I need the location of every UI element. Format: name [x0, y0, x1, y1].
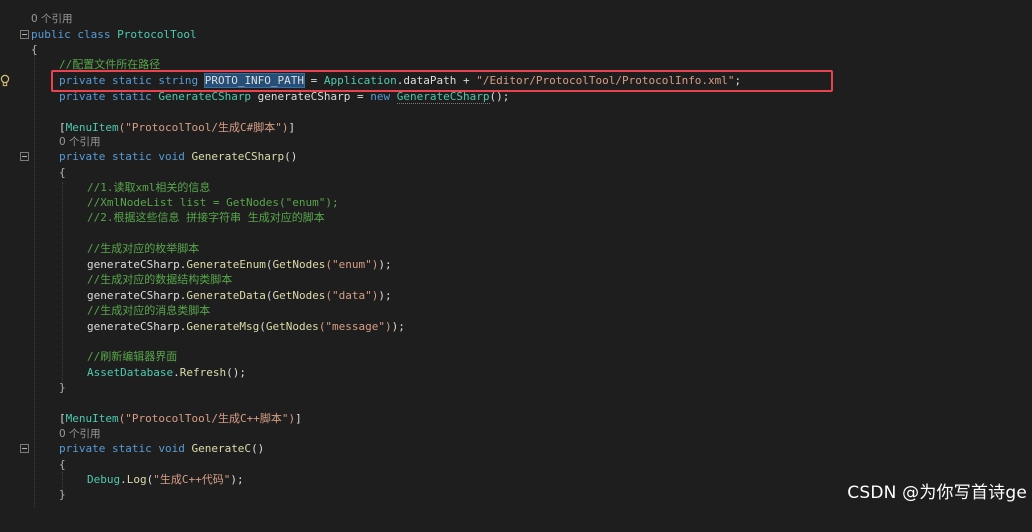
- comment-token: //1.读取xml相关的信息: [87, 181, 211, 194]
- brace-token: }: [59, 381, 66, 394]
- attribute-token: MenuItem: [65, 121, 119, 134]
- punctuation-token: ();: [226, 366, 246, 379]
- code-line: private static void GenerateC(): [0, 441, 264, 456]
- codelens-references[interactable]: 0 个引用: [59, 427, 101, 442]
- comment-token: //生成对应的数据结构类脚本: [87, 273, 233, 286]
- punctuation-token: );: [230, 473, 244, 486]
- code-line: [MenuItem("ProtocolTool/生成C#脚本")]: [0, 120, 295, 135]
- codelens-references[interactable]: 0 个引用: [31, 12, 73, 27]
- punctuation-token: );: [391, 320, 405, 333]
- string-token: ("ProtocolTool/生成C#脚本"): [118, 121, 289, 134]
- code-line: 0 个引用: [0, 135, 101, 150]
- method-name-token: Refresh: [179, 366, 227, 379]
- method-name-token: GenerateC: [191, 442, 252, 455]
- code-line: //生成对应的枚举脚本: [0, 241, 199, 256]
- method-name-token: GenerateMsg: [186, 320, 260, 333]
- code-line: }: [0, 487, 66, 502]
- bracket-token: ]: [295, 412, 302, 425]
- brace-token: {: [59, 458, 66, 471]
- method-name-token: GenerateData: [186, 289, 266, 302]
- code-line: [MenuItem("ProtocolTool/生成C++脚本")]: [0, 411, 302, 426]
- string-token: ("ProtocolTool/生成C++脚本"): [118, 412, 296, 425]
- code-line: //1.读取xml相关的信息: [0, 180, 210, 195]
- method-name-token: GetNodes: [272, 258, 326, 271]
- type-token: AssetDatabase: [87, 366, 174, 379]
- punctuation-token: .: [173, 366, 180, 379]
- code-line: 0 个引用: [0, 427, 101, 442]
- keyword-token: private static void: [59, 442, 192, 455]
- comment-token: //刷新编辑器界面: [87, 350, 178, 363]
- brace-token: {: [59, 166, 66, 179]
- code-line: }: [0, 380, 66, 395]
- code-line: generateCSharp.GenerateMsg(GetNodes("mes…: [0, 319, 405, 334]
- paren-token: (): [284, 150, 298, 163]
- code-line: {: [0, 165, 66, 180]
- annotation-highlight-box: [51, 70, 833, 92]
- code-line: //刷新编辑器界面: [0, 349, 177, 364]
- string-token: ("data"): [325, 289, 379, 302]
- code-line: //XmlNodeList list = GetNodes("enum");: [0, 195, 339, 210]
- method-name-token: Log: [126, 473, 147, 486]
- string-token: ("message"): [318, 320, 392, 333]
- class-name-token: ProtocolTool: [117, 28, 197, 41]
- brace-token: }: [59, 488, 66, 501]
- code-line-highlighted: private static string PROTO_INFO_PATH = …: [0, 73, 741, 88]
- keyword-token: private static void: [59, 150, 192, 163]
- code-line: AssetDatabase.Refresh();: [0, 365, 246, 380]
- type-token: GenerateCSharp: [396, 90, 490, 104]
- indent-guide: [62, 182, 63, 382]
- code-line: //生成对应的数据结构类脚本: [0, 272, 232, 287]
- code-line: 0 个引用: [0, 12, 73, 27]
- codelens-references[interactable]: 0 个引用: [59, 135, 101, 150]
- identifier-token: generateCSharp.: [87, 289, 187, 302]
- comment-token: //2.根据这些信息 拼接字符串 生成对应的脚本: [87, 211, 325, 224]
- code-line: //生成对应的消息类脚本: [0, 303, 210, 318]
- bracket-token: [: [59, 412, 66, 425]
- code-line: private static void GenerateCSharp(): [0, 149, 297, 164]
- identifier-token: generateCSharp.: [87, 320, 187, 333]
- watermark-text: CSDN @为你写首诗ge: [847, 483, 1027, 503]
- bracket-token: [: [59, 121, 66, 134]
- comment-token: //生成对应的枚举脚本: [87, 242, 200, 255]
- code-line: generateCSharp.GenerateEnum(GetNodes("en…: [0, 257, 392, 272]
- bracket-token: ]: [288, 121, 296, 134]
- paren-token: (: [259, 320, 266, 333]
- code-line: {: [0, 457, 66, 472]
- keyword-token: public class: [31, 28, 118, 41]
- type-token: Debug: [87, 473, 121, 486]
- code-line: Debug.Log("生成C++代码");: [0, 472, 244, 487]
- punctuation-token: .: [120, 473, 127, 486]
- string-token: "生成C++代码": [153, 473, 231, 486]
- punctuation-token: );: [378, 289, 392, 302]
- code-line: //2.根据这些信息 拼接字符串 生成对应的脚本: [0, 210, 325, 225]
- comment-token: //XmlNodeList list = GetNodes("enum");: [87, 196, 339, 209]
- identifier-token: generateCSharp.: [87, 258, 187, 271]
- code-line: {: [0, 42, 38, 57]
- code-line: generateCSharp.GenerateData(GetNodes("da…: [0, 288, 392, 303]
- code-editor[interactable]: 0 个引用 public class ProtocolTool { //配置文件…: [0, 0, 1032, 508]
- code-line: private static GenerateCSharp generateCS…: [0, 89, 509, 104]
- method-name-token: GenerateCSharp: [191, 150, 285, 163]
- method-name-token: GetNodes: [265, 320, 319, 333]
- code-line: //配置文件所在路径: [0, 57, 160, 72]
- method-name-token: GenerateEnum: [186, 258, 266, 271]
- attribute-token: MenuItem: [65, 412, 119, 425]
- punctuation-token: );: [378, 258, 392, 271]
- method-name-token: GetNodes: [272, 289, 326, 302]
- comment-token: //生成对应的消息类脚本: [87, 304, 211, 317]
- indent-guide: [34, 48, 35, 508]
- brace-token: {: [31, 43, 38, 56]
- code-line: public class ProtocolTool: [0, 27, 197, 42]
- string-token: ("enum"): [325, 258, 379, 271]
- paren-token: (): [251, 442, 265, 455]
